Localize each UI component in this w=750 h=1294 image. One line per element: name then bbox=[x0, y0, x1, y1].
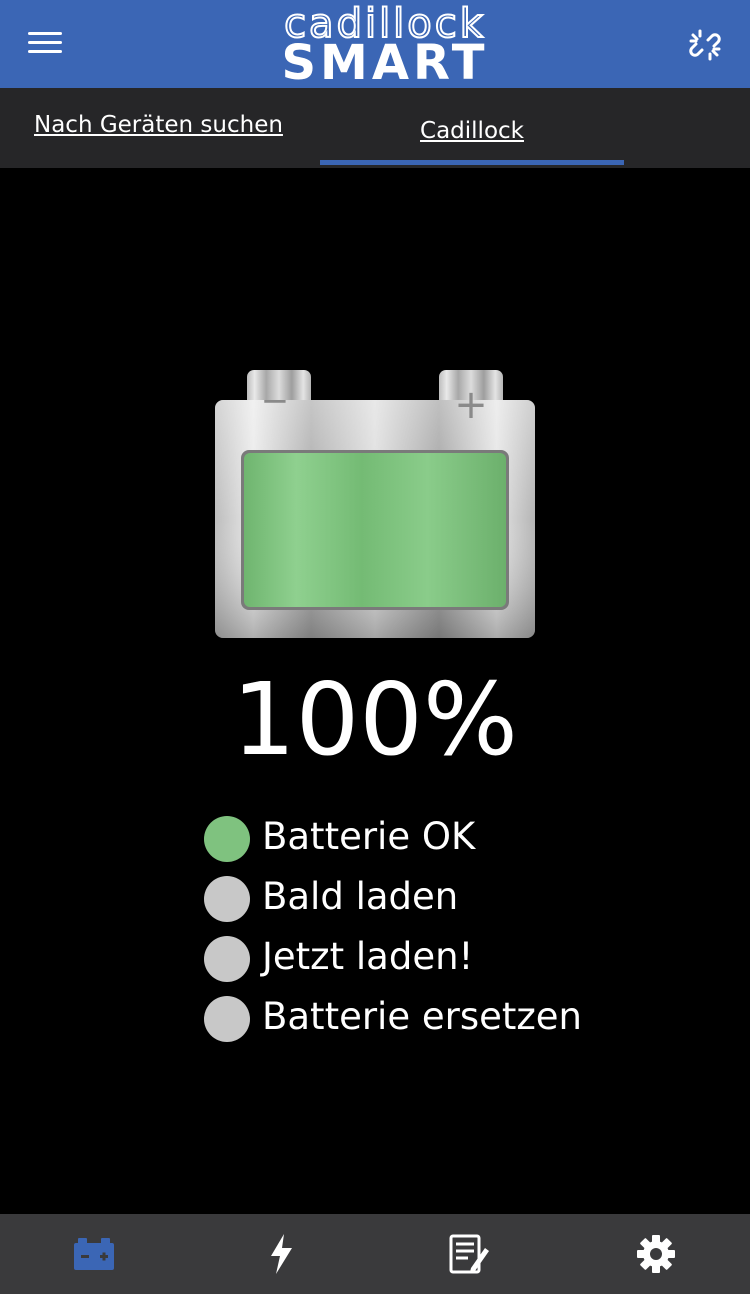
battery-icon bbox=[73, 1238, 114, 1270]
plus-terminal-label: + bbox=[454, 382, 488, 428]
minus-terminal-label: − bbox=[261, 381, 290, 421]
tab-search-devices[interactable]: Nach Geräten suchen bbox=[34, 112, 283, 138]
status-indicator-dot bbox=[204, 936, 250, 982]
status-indicator-dot bbox=[204, 996, 250, 1042]
logo-line-2: SMART bbox=[281, 35, 489, 91]
nav-settings[interactable] bbox=[563, 1214, 750, 1294]
cadillock-smart-logo: cadillock SMART bbox=[222, 1, 548, 91]
battery-percentage: 100% bbox=[232, 661, 518, 778]
app-header: cadillock SMART bbox=[0, 0, 750, 88]
gear-icon bbox=[637, 1235, 676, 1273]
lightning-icon bbox=[271, 1234, 293, 1274]
hamburger-menu-icon[interactable] bbox=[28, 32, 62, 56]
nav-battery[interactable] bbox=[0, 1214, 188, 1294]
nav-power[interactable] bbox=[188, 1214, 376, 1294]
status-item-charge-soon: Bald laden bbox=[204, 872, 664, 932]
status-indicator-dot bbox=[204, 816, 250, 862]
status-label: Bald laden bbox=[262, 875, 459, 918]
broken-link-icon[interactable] bbox=[688, 28, 722, 62]
bottom-navigation bbox=[0, 1214, 750, 1294]
tab-cadillock[interactable]: Cadillock bbox=[320, 118, 624, 144]
battery-fill bbox=[244, 453, 506, 607]
active-tab-indicator bbox=[320, 160, 624, 165]
battery-status-list: Batterie OK Bald laden Jetzt laden! Batt… bbox=[204, 812, 664, 1052]
nav-log[interactable] bbox=[375, 1214, 563, 1294]
status-item-ok: Batterie OK bbox=[204, 812, 664, 872]
status-label: Batterie ersetzen bbox=[262, 995, 583, 1038]
status-item-replace: Batterie ersetzen bbox=[204, 992, 664, 1052]
app-screen: cadillock SMART Nach Geräten suchen Cadi… bbox=[0, 0, 750, 1294]
status-item-charge-now: Jetzt laden! bbox=[204, 932, 664, 992]
battery-level-icon: − + bbox=[213, 368, 537, 640]
status-indicator-dot bbox=[204, 876, 250, 922]
status-label: Jetzt laden! bbox=[262, 935, 474, 978]
status-label: Batterie OK bbox=[262, 815, 476, 858]
notepad-icon bbox=[449, 1234, 489, 1274]
tab-bar: Nach Geräten suchen Cadillock bbox=[0, 88, 750, 168]
